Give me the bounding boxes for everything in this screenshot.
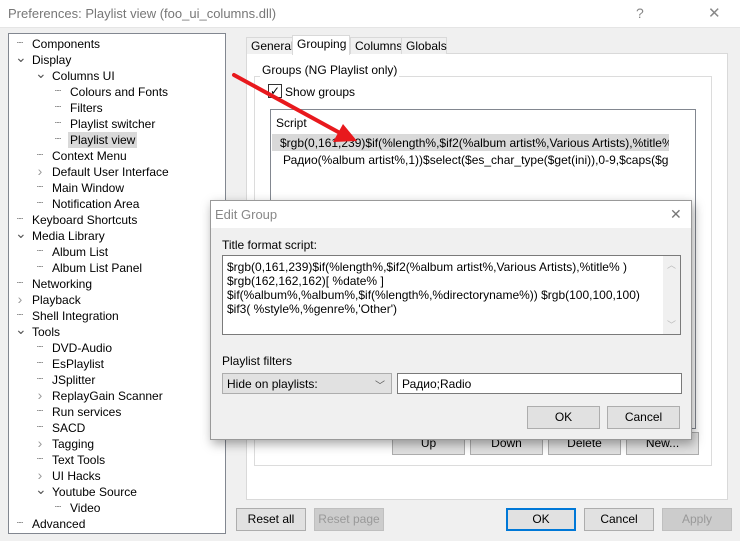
- filter-value-input[interactable]: Радио;Radio: [397, 373, 682, 394]
- dialog-ok-button[interactable]: OK: [527, 406, 600, 429]
- edit-group-dialog: Edit Group ✕ Title format script: $rgb(0…: [210, 200, 692, 440]
- chevron-down-icon: ﹀: [375, 381, 385, 392]
- filters-label: Playlist filters: [222, 354, 293, 368]
- dialog-title-bar: Edit Group ✕: [211, 201, 691, 228]
- dialog-cancel-button[interactable]: Cancel: [607, 406, 680, 429]
- filter-mode-select[interactable]: Hide on playlists: ﹀: [222, 373, 392, 394]
- script-text: $rgb(0,161,239)$if(%length%,$if2(%album …: [227, 260, 640, 316]
- filter-mode-value: Hide on playlists:: [227, 377, 318, 391]
- dialog-close-button[interactable]: ✕: [670, 206, 682, 223]
- scrollbar[interactable]: ︿ ﹀: [663, 256, 680, 334]
- dialog-title: Edit Group: [215, 207, 278, 222]
- script-label: Title format script:: [222, 238, 317, 252]
- script-textarea[interactable]: $rgb(0,161,239)$if(%length%,$if2(%album …: [222, 255, 681, 335]
